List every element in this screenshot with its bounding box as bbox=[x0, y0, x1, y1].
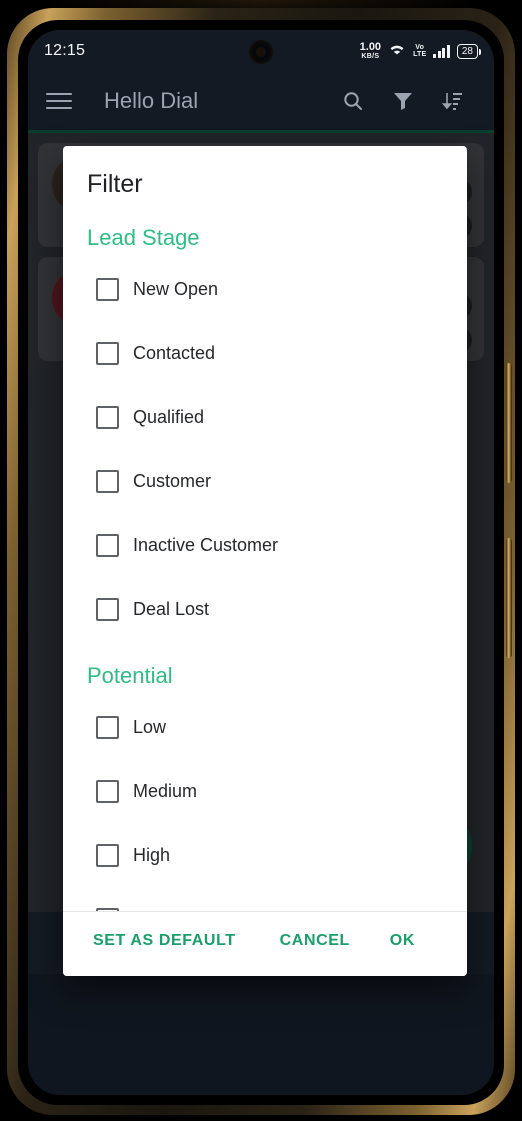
search-icon[interactable] bbox=[330, 78, 376, 124]
volte-top-label: Vo bbox=[415, 44, 425, 51]
checkbox-label: High bbox=[133, 844, 171, 865]
checkbox-icon[interactable] bbox=[96, 843, 119, 867]
checkbox-icon[interactable] bbox=[96, 277, 119, 301]
checkbox-row-contacted[interactable]: Contacted bbox=[87, 321, 443, 385]
battery-icon: 28 bbox=[456, 43, 481, 59]
checkbox-icon[interactable] bbox=[96, 597, 119, 621]
wifi-icon bbox=[388, 42, 406, 61]
app-bar: Hello Dial bbox=[28, 72, 494, 130]
checkbox-label: Medium bbox=[133, 780, 198, 801]
checkbox-row-customer[interactable]: Customer bbox=[87, 449, 443, 513]
checkbox-label: Deal Lost bbox=[133, 598, 210, 619]
set-as-default-button[interactable]: SET AS DEFAULT bbox=[87, 922, 242, 960]
front-camera-punch-hole bbox=[249, 40, 273, 64]
phone-screen: 12:15 1.00 KB/S Vo LTE 28 Hello Dial Fil… bbox=[28, 30, 494, 1095]
checkbox-label: Qualified bbox=[133, 406, 205, 427]
checkbox-label: Contacted bbox=[133, 342, 216, 363]
volte-icon: Vo LTE bbox=[413, 44, 426, 58]
sort-descending-icon[interactable] bbox=[430, 78, 476, 124]
filter-dialog: Filter Lead Stage New Open Contacted Qua… bbox=[63, 146, 467, 976]
filter-funnel-icon[interactable] bbox=[380, 78, 426, 124]
status-bar: 12:15 1.00 KB/S Vo LTE 28 bbox=[28, 30, 494, 72]
checkbox-label: Customer bbox=[133, 470, 212, 491]
phone-device: 12:15 1.00 KB/S Vo LTE 28 Hello Dial Fil… bbox=[0, 0, 522, 1121]
section-title-potential: Potential bbox=[87, 663, 173, 688]
checkbox-icon[interactable] bbox=[96, 779, 119, 803]
checkbox-icon[interactable] bbox=[96, 341, 119, 365]
volte-bottom-label: LTE bbox=[413, 51, 427, 58]
checkbox-icon[interactable] bbox=[96, 469, 119, 493]
checkbox-row-inactive-customer[interactable]: Inactive Customer bbox=[87, 513, 443, 577]
dialog-actions: SET AS DEFAULT CANCEL OK bbox=[63, 911, 467, 976]
status-icons: 1.00 KB/S Vo LTE 28 bbox=[359, 41, 481, 61]
checkbox-row-medium[interactable]: Medium bbox=[87, 759, 443, 823]
signal-bars-icon bbox=[433, 44, 450, 58]
checkbox-icon[interactable] bbox=[96, 533, 119, 557]
power-button[interactable] bbox=[506, 538, 512, 658]
checkbox-label: Low bbox=[133, 716, 167, 737]
page-title: Hello Dial bbox=[104, 88, 199, 113]
checkbox-label: Inactive Customer bbox=[133, 534, 279, 555]
checkbox-row-deal-lost[interactable]: Deal Lost bbox=[87, 577, 443, 641]
section-title-lead-stage: Lead Stage bbox=[87, 225, 200, 250]
checkbox-icon[interactable] bbox=[96, 405, 119, 429]
checkbox-label: Not Relevant bbox=[133, 909, 237, 912]
volume-button[interactable] bbox=[506, 363, 512, 483]
network-speed-unit: KB/S bbox=[361, 53, 380, 60]
dialog-body[interactable]: Lead Stage New Open Contacted Qualified bbox=[63, 203, 467, 911]
cancel-button[interactable]: CANCEL bbox=[274, 922, 356, 960]
checkbox-icon[interactable] bbox=[96, 715, 119, 739]
hamburger-menu-icon[interactable] bbox=[46, 93, 72, 109]
network-speed-value: 1.00 bbox=[359, 41, 382, 53]
status-time: 12:15 bbox=[44, 42, 86, 59]
checkbox-label: New Open bbox=[133, 278, 219, 299]
checkbox-row-qualified[interactable]: Qualified bbox=[87, 385, 443, 449]
dialog-title: Filter bbox=[87, 170, 143, 198]
network-speed-indicator: 1.00 KB/S bbox=[359, 41, 382, 61]
checkbox-row-not-relevant[interactable]: Not Relevant bbox=[87, 887, 443, 911]
checkbox-icon[interactable] bbox=[96, 907, 119, 911]
ok-button[interactable]: OK bbox=[384, 922, 421, 960]
checkbox-row-new-open[interactable]: New Open bbox=[87, 257, 443, 321]
phone-bezel: 12:15 1.00 KB/S Vo LTE 28 Hello Dial Fil… bbox=[7, 8, 515, 1115]
checkbox-row-high[interactable]: High bbox=[87, 823, 443, 887]
checkbox-row-low[interactable]: Low bbox=[87, 695, 443, 759]
battery-level: 28 bbox=[461, 45, 473, 57]
